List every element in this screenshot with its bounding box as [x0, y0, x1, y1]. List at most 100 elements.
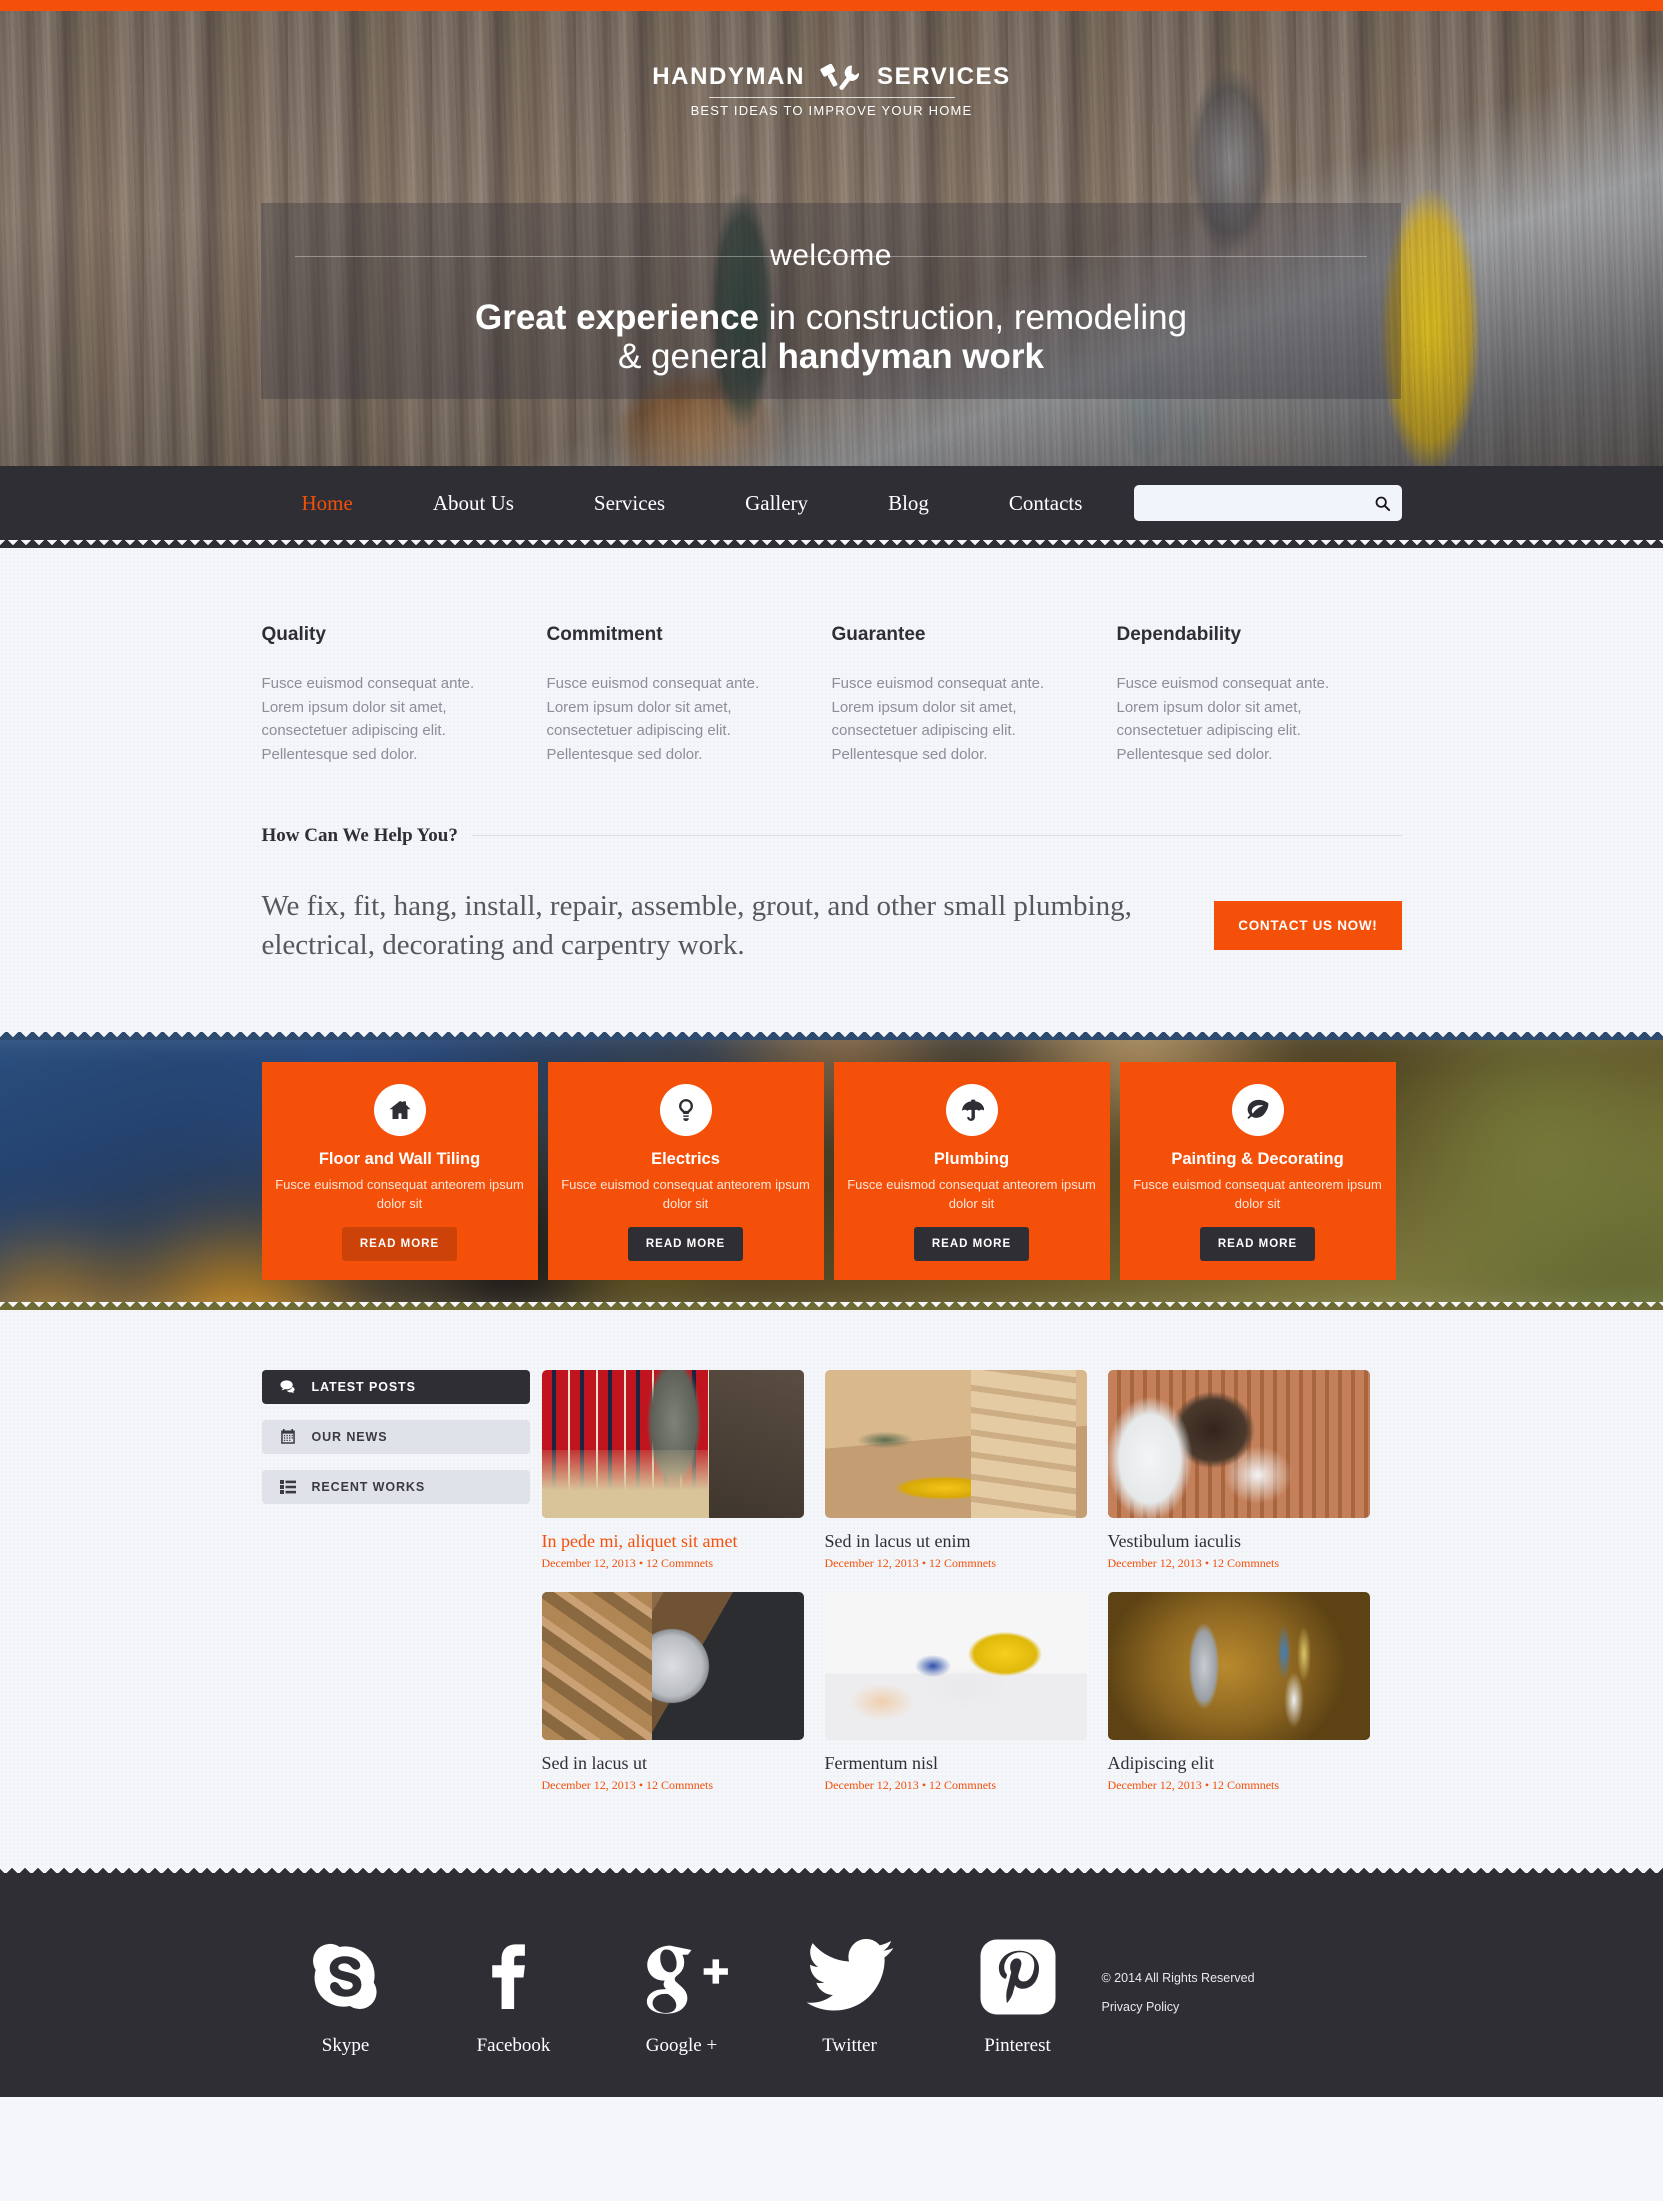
meta-separator: • [638, 1556, 644, 1571]
help-body-row: We fix, fit, hang, install, repair, asse… [262, 887, 1402, 1033]
feature-title: Quality [261, 624, 326, 645]
tab-our-news[interactable]: OUR NEWS [261, 1420, 530, 1455]
feature-columns: Quality Fusce euismod consequat ante. Lo… [262, 548, 1402, 767]
post-date: December 12, 2013 [541, 1778, 636, 1793]
blog-section: LATEST POSTS OUR NEWS RECENT WORKS In pe… [0, 1310, 1663, 1866]
section-divider-saw-footer [0, 1865, 1663, 1874]
social-link-pinterest[interactable]: Pinterest [934, 1927, 1102, 2057]
list-icon [279, 1480, 296, 1495]
home-icon [373, 1084, 426, 1137]
post-meta: December 12, 2013 • 12 Commnets [542, 1778, 804, 1793]
tab-label: LATEST POSTS [311, 1380, 416, 1395]
hero-headline-bold-2: handyman work [777, 336, 1044, 376]
hero-headline-rest-1: in construction, remodeling [759, 298, 1188, 337]
search-input[interactable] [1143, 495, 1373, 511]
contact-us-now-button[interactable]: CONTACT US NOW! [1214, 901, 1402, 951]
page-root: HANDYMAN SERVICES BEST IDEAS TO IMPROVE … [0, 0, 1663, 2098]
leaf-icon [1231, 1084, 1284, 1137]
social-link-skype[interactable]: Skype [262, 1927, 430, 2057]
blog-post-item[interactable]: Vestibulum iaculis December 12, 2013 • 1… [1107, 1370, 1370, 1571]
feature-text: Fusce euismod consequat ante. Lorem ipsu… [1116, 675, 1330, 764]
tab-label: OUR NEWS [311, 1430, 388, 1445]
service-title: Plumbing [933, 1150, 1010, 1169]
nav-item-blog[interactable]: Blog [848, 491, 969, 516]
pinterest-icon [934, 1927, 1102, 2027]
service-read-more-button[interactable]: READ MORE [1199, 1227, 1316, 1262]
service-read-more-button[interactable]: READ MORE [341, 1227, 458, 1262]
blog-tab-list: LATEST POSTS OUR NEWS RECENT WORKS [261, 1370, 530, 1793]
meta-separator: • [638, 1778, 644, 1793]
help-heading-rule [471, 835, 1402, 837]
blog-post-item[interactable]: In pede mi, aliquet sit amet December 12… [541, 1370, 804, 1571]
social-link-twitter[interactable]: Twitter [766, 1927, 934, 2057]
post-title[interactable]: Vestibulum iaculis [1108, 1531, 1370, 1552]
service-card-electrics[interactable]: Electrics Fusce euismod consequat anteor… [547, 1062, 824, 1281]
post-title[interactable]: Sed in lacus ut enim [825, 1531, 1087, 1552]
blog-post-item[interactable]: Fermentum nisl December 12, 2013 • 12 Co… [824, 1592, 1087, 1793]
site-logo[interactable]: HANDYMAN SERVICES BEST IDEAS TO IMPROVE … [0, 63, 1663, 118]
feature-title: Dependability [1116, 624, 1242, 645]
service-desc: Fusce euismod consequat anteorem ipsum d… [561, 1177, 810, 1212]
nav-item-services[interactable]: Services [554, 491, 705, 516]
post-comments: 12 Commnets [1212, 1778, 1280, 1793]
post-title[interactable]: Adipiscing elit [1108, 1753, 1370, 1774]
blog-post-item[interactable]: Sed in lacus ut enim December 12, 2013 •… [824, 1370, 1087, 1571]
nav-item-about-us[interactable]: About Us [393, 491, 554, 516]
service-card-painting[interactable]: Painting & Decorating Fusce euismod cons… [1119, 1062, 1396, 1281]
wire-cutter-cables-photo[interactable] [1107, 1592, 1370, 1741]
tab-recent-works[interactable]: RECENT WORKS [261, 1470, 530, 1505]
features-section: Quality Fusce euismod consequat ante. Lo… [0, 548, 1663, 1033]
hero-welcome-text: welcome [770, 239, 892, 272]
tab-latest-posts[interactable]: LATEST POSTS [261, 1370, 530, 1405]
social-link-google-plus[interactable]: Google + [598, 1927, 766, 2057]
post-title[interactable]: Sed in lacus ut [542, 1753, 804, 1774]
service-title: Electrics [651, 1150, 720, 1169]
electrical-outlet-repair-photo[interactable] [824, 1592, 1087, 1741]
post-date: December 12, 2013 [824, 1778, 919, 1793]
hero-headline: Great experience in construction, remode… [261, 298, 1401, 376]
nav-item-gallery[interactable]: Gallery [705, 491, 848, 516]
logo-text-right: SERVICES [877, 63, 1011, 90]
search-button[interactable] [1373, 496, 1392, 511]
social-links: Skype Facebook Google + Twitter Pinteres… [262, 1927, 1102, 2057]
social-link-facebook[interactable]: Facebook [430, 1927, 598, 2057]
nav-item-home[interactable]: Home [262, 491, 393, 516]
footer-copyright-block: © 2014 All Rights Reserved Privacy Polic… [1102, 1927, 1402, 2016]
service-read-more-button[interactable]: READ MORE [627, 1227, 744, 1262]
service-card-tiling[interactable]: Floor and Wall Tiling Fusce euismod cons… [261, 1062, 538, 1281]
calendar-icon [280, 1429, 296, 1445]
circular-saw-blade-photo[interactable] [541, 1592, 804, 1741]
blog-post-item[interactable]: Adipiscing elit December 12, 2013 • 12 C… [1107, 1592, 1370, 1793]
post-meta: December 12, 2013 • 12 Commnets [1108, 1556, 1370, 1571]
nav-item-contacts[interactable]: Contacts [969, 491, 1123, 516]
privacy-policy-link[interactable]: Privacy Policy [1102, 2000, 1180, 2014]
service-read-more-button[interactable]: READ MORE [913, 1227, 1030, 1262]
electrician-wall-socket-photo[interactable] [1107, 1370, 1370, 1519]
post-title[interactable]: In pede mi, aliquet sit amet [542, 1531, 804, 1552]
post-meta: December 12, 2013 • 12 Commnets [825, 1778, 1087, 1793]
social-label: Pinterest [984, 2035, 1051, 2057]
top-accent-bar [0, 0, 1663, 11]
logo-divider [708, 97, 955, 98]
man-drilling-wood-photo[interactable] [541, 1370, 804, 1519]
search-box[interactable] [1133, 485, 1402, 521]
blog-post-item[interactable]: Sed in lacus ut December 12, 2013 • 12 C… [541, 1592, 804, 1793]
meta-separator: • [1204, 1556, 1210, 1571]
meta-separator: • [921, 1778, 927, 1793]
feature-text: Fusce euismod consequat ante. Lorem ipsu… [831, 675, 1045, 764]
nav-link-list: Home About Us Services Gallery Blog Cont… [262, 491, 1123, 516]
search-icon [1375, 496, 1390, 514]
post-date: December 12, 2013 [541, 1556, 636, 1571]
post-comments: 12 Commnets [646, 1556, 714, 1571]
feature-commitment: Commitment Fusce euismod consequat ante.… [547, 624, 832, 767]
facebook-icon [430, 1927, 598, 2027]
feature-title: Commitment [546, 624, 663, 645]
social-label: Facebook [476, 2035, 551, 2057]
social-label: Skype [321, 2035, 370, 2057]
umbrella-icon [945, 1084, 998, 1137]
service-card-plumbing[interactable]: Plumbing Fusce euismod consequat anteore… [833, 1062, 1110, 1281]
carpenter-pencil-wood-photo[interactable] [824, 1370, 1087, 1519]
post-title[interactable]: Fermentum nisl [825, 1753, 1087, 1774]
logo-text-left: HANDYMAN [652, 63, 806, 90]
social-label: Twitter [822, 2035, 877, 2057]
